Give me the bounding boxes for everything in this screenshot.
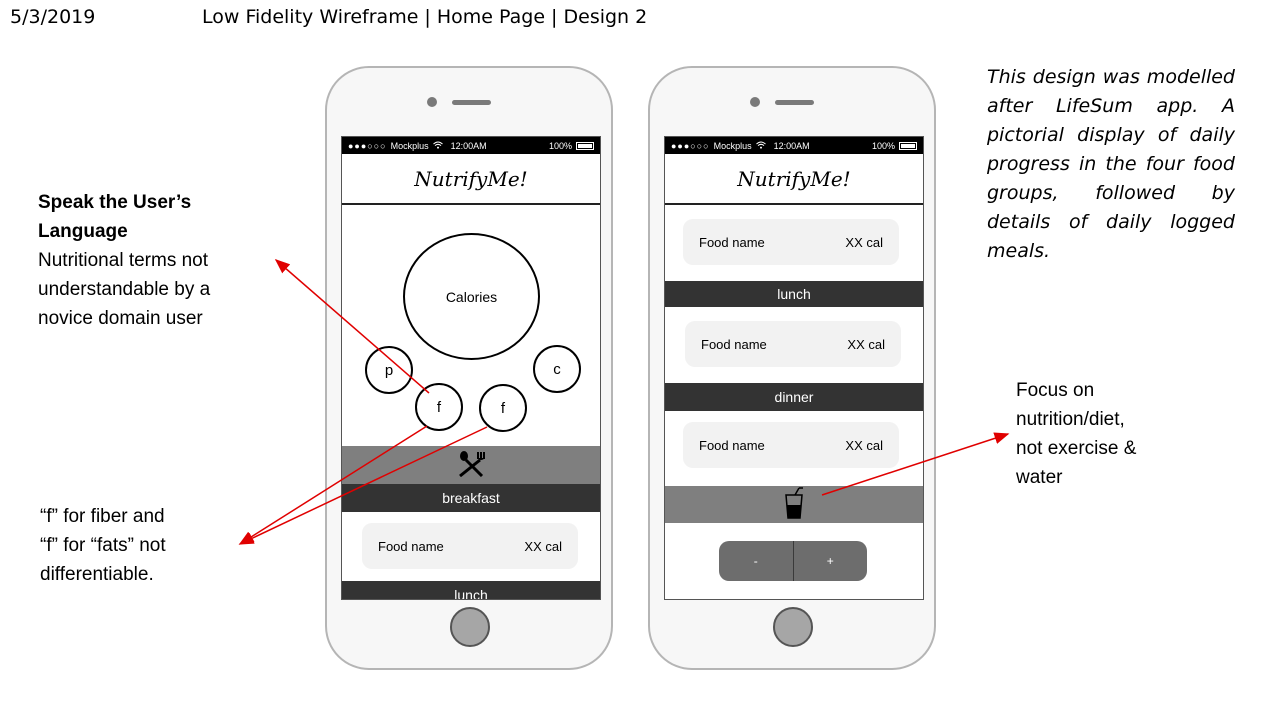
- arrow-to-speak-language: [274, 259, 430, 394]
- arrow-to-fiber-note: [238, 426, 488, 545]
- arrow-to-focus-note: [821, 432, 1010, 496]
- arrow-to-fiber-note: [238, 425, 428, 545]
- annotation-arrows: [238, 259, 1010, 545]
